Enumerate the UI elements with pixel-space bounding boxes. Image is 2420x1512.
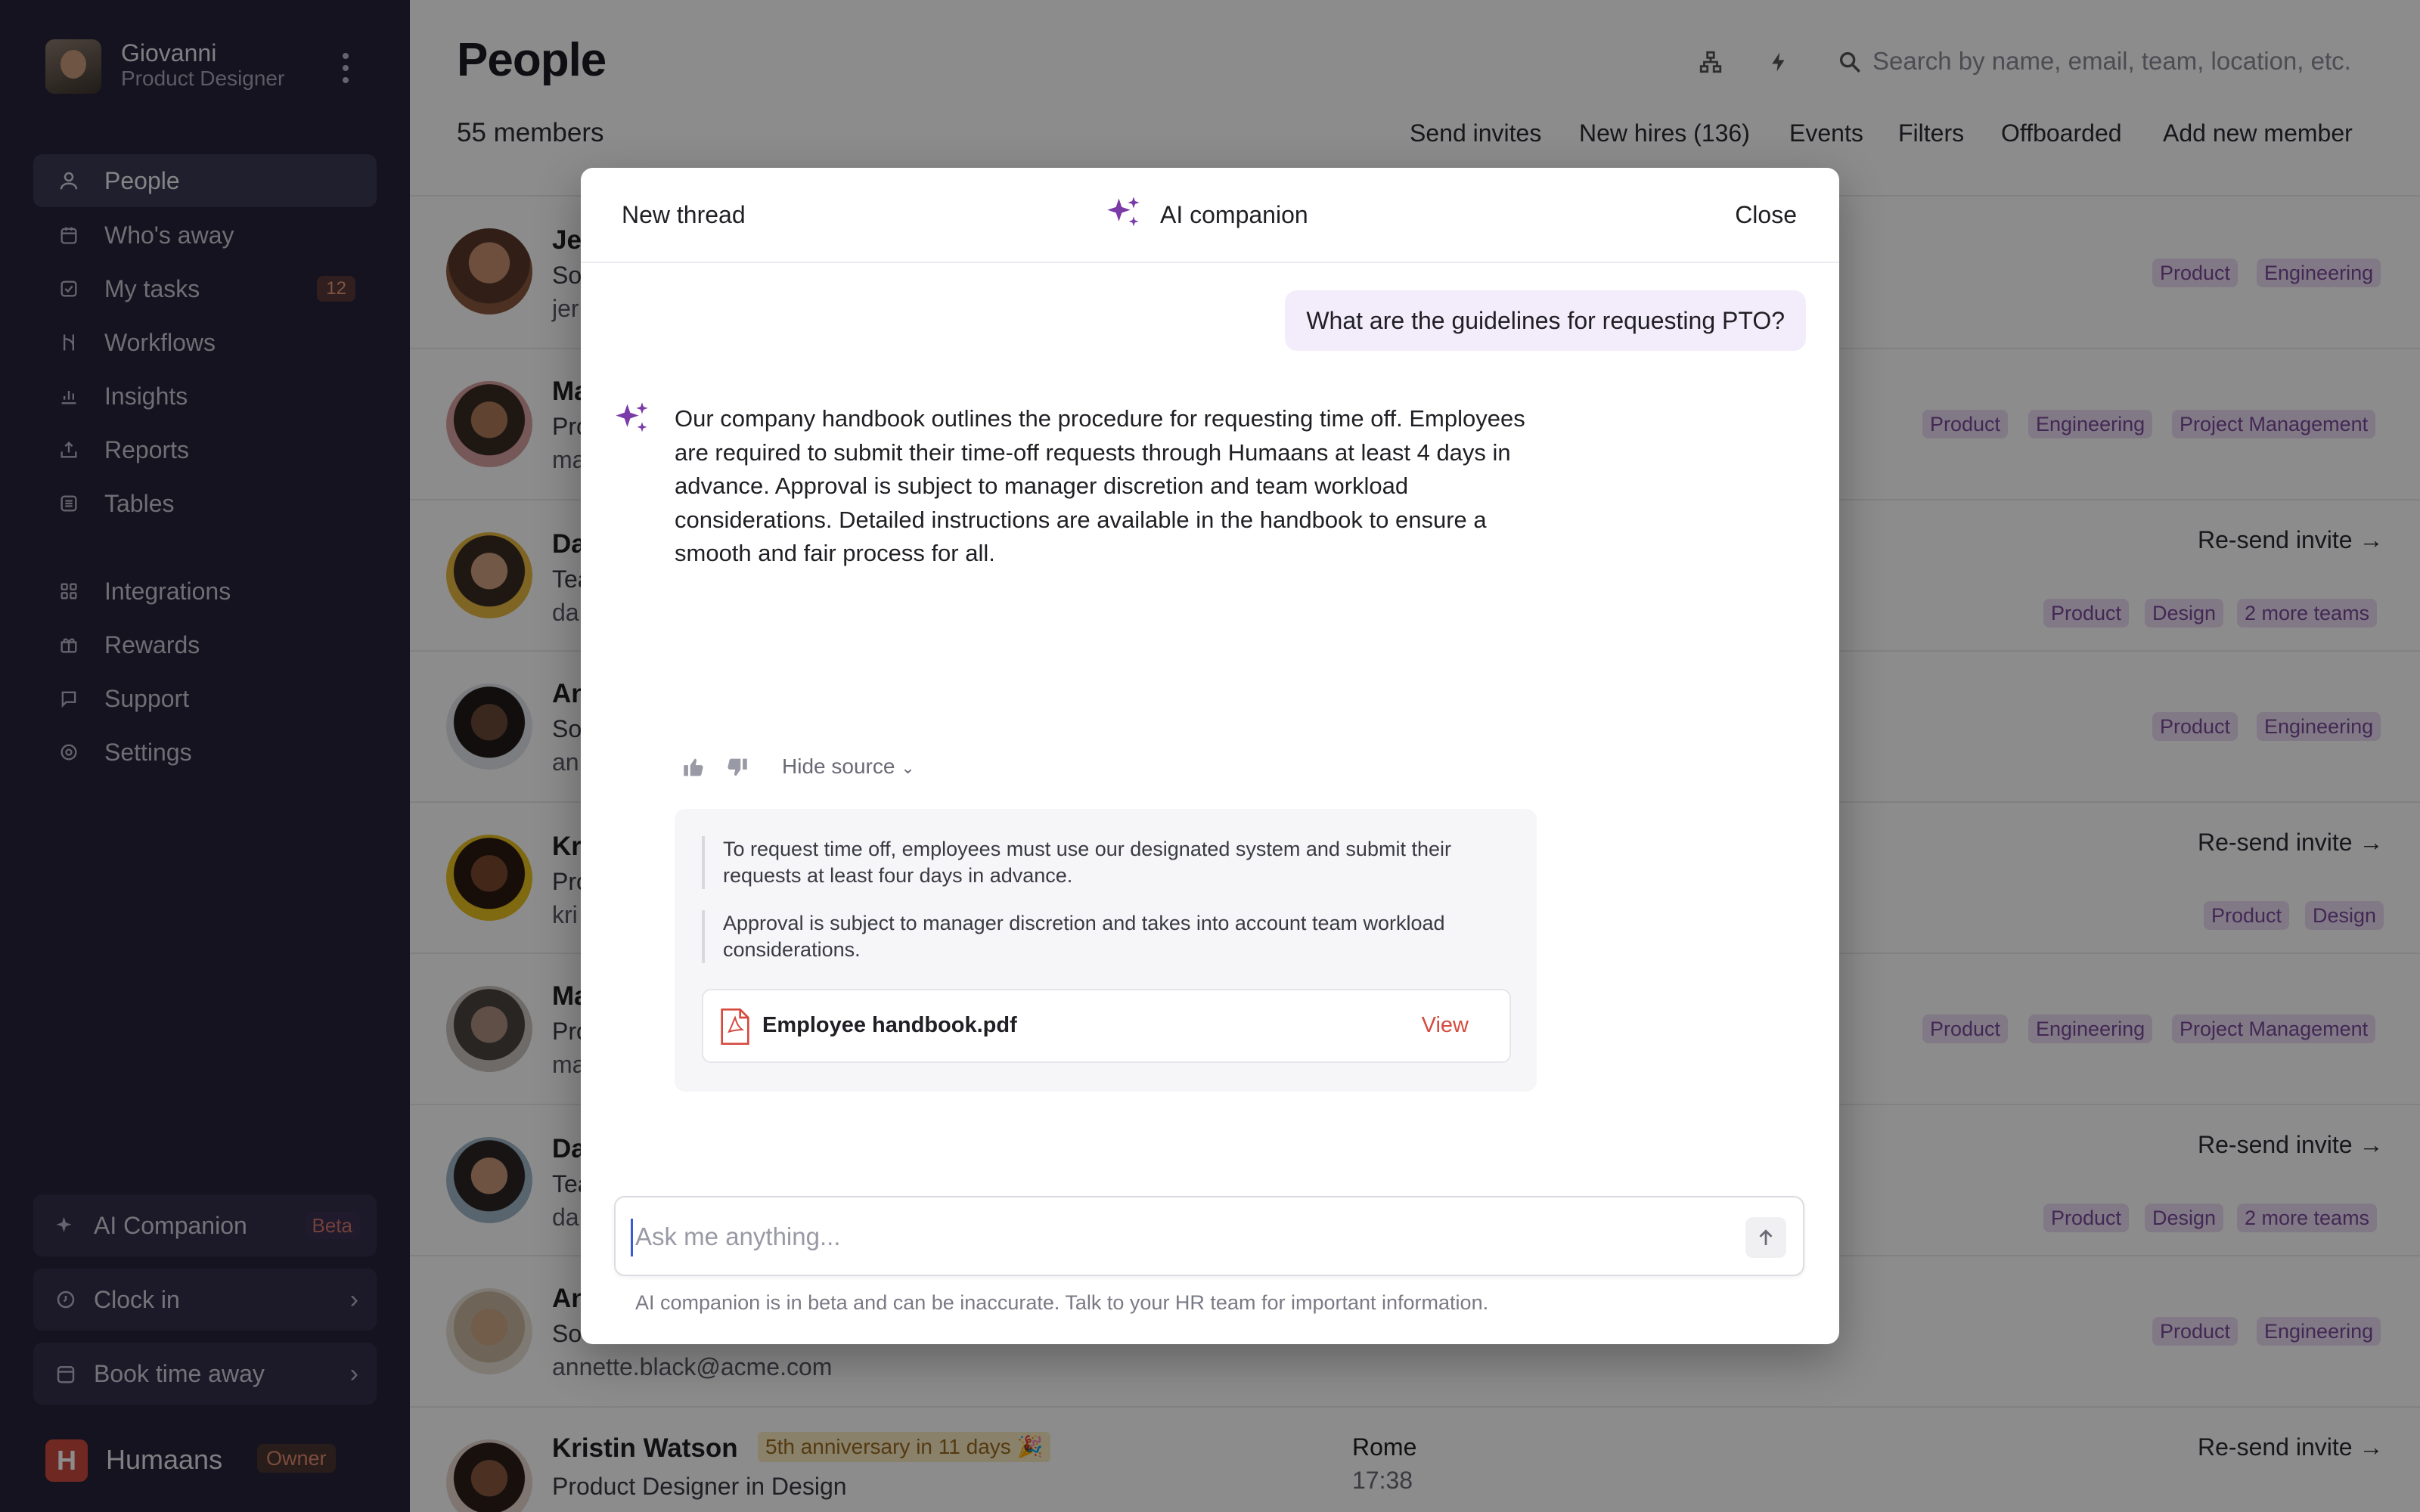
file-name: Employee handbook.pdf <box>762 1013 1017 1037</box>
arrow-up-icon <box>1759 1229 1773 1245</box>
thumbs-down-icon[interactable] <box>724 754 750 780</box>
pdf-file-icon <box>721 1009 749 1045</box>
send-button[interactable] <box>1745 1217 1786 1258</box>
thumbs-up-icon[interactable] <box>681 754 706 780</box>
modal-title: AI companion <box>1160 201 1308 228</box>
source-quote: To request time off, employees must use … <box>702 836 1496 889</box>
text-cursor <box>631 1219 633 1256</box>
view-file-link[interactable]: View <box>1422 1013 1469 1038</box>
hide-source-toggle[interactable]: Hide source ⌄ <box>782 754 915 779</box>
ai-response: Our company handbook outlines the proced… <box>675 405 1525 566</box>
source-panel: To request time off, employees must use … <box>675 809 1537 1092</box>
new-thread-button[interactable]: New thread <box>622 201 746 229</box>
disclaimer-text: AI companion is in beta and can be inacc… <box>635 1291 1489 1314</box>
ai-sparkle-icon <box>616 402 648 432</box>
close-button[interactable]: Close <box>1735 201 1797 229</box>
hide-source-label: Hide source <box>782 754 895 778</box>
chat-input-box <box>614 1196 1804 1276</box>
ask-input[interactable] <box>635 1213 1709 1261</box>
sparkle-icon <box>1107 197 1140 227</box>
modal-header: New thread AI companion Close <box>581 168 1839 263</box>
chevron-down-icon: ⌄ <box>901 758 915 777</box>
source-quote: Approval is subject to manager discretio… <box>702 910 1496 963</box>
file-attachment[interactable]: Employee handbook.pdf View <box>702 989 1511 1063</box>
ai-companion-modal: New thread AI companion Close What are t… <box>581 168 1839 1344</box>
user-message: What are the guidelines for requesting P… <box>1285 290 1806 351</box>
